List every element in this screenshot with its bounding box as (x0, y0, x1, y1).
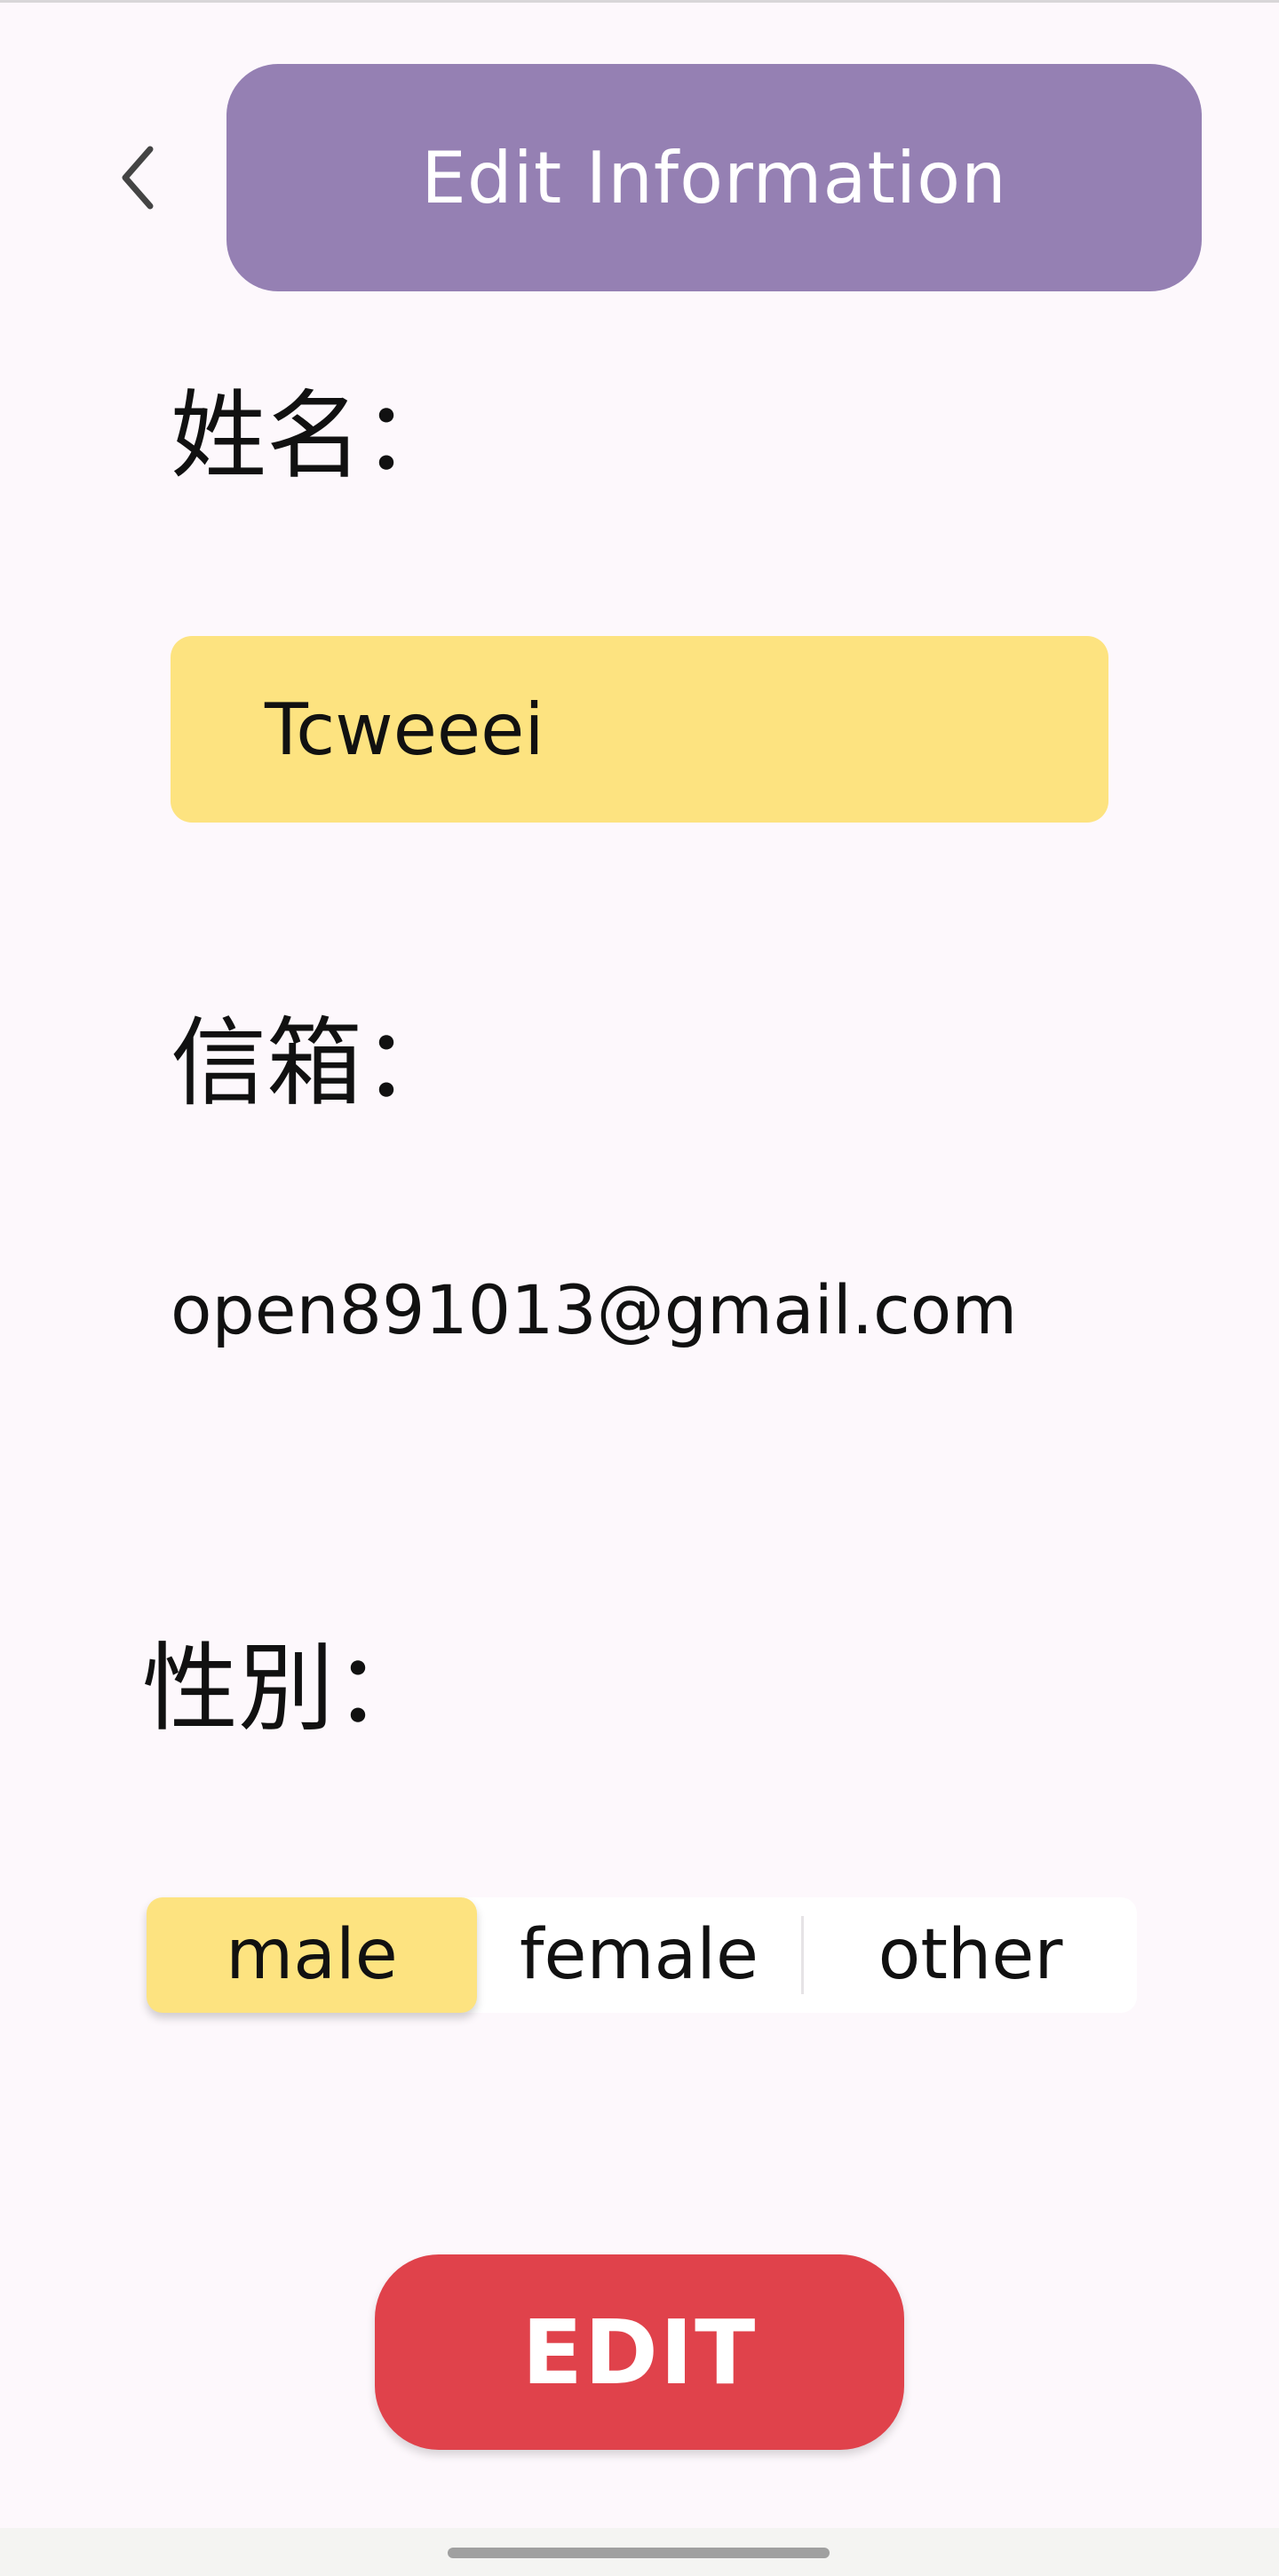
name-label: 姓名： (171, 381, 459, 492)
email-value: open891013@gmail.com (171, 1270, 1018, 1349)
gender-label: 性別： (142, 1634, 431, 1745)
gender-option-male[interactable]: male (147, 1897, 477, 2013)
chevron-left-icon (122, 146, 154, 210)
top-edge-divider (0, 0, 1279, 3)
gender-option-other[interactable]: other (804, 1897, 1137, 2013)
header-bar: Edit Information (226, 64, 1202, 291)
edit-button[interactable]: EDIT (375, 2254, 904, 2450)
home-indicator[interactable] (448, 2548, 830, 2558)
name-input[interactable]: Tcweeei (171, 636, 1108, 823)
page-title: Edit Information (421, 136, 1007, 219)
gender-segmented-control: male female other (147, 1897, 1137, 2013)
gender-option-female[interactable]: female (477, 1915, 804, 1995)
email-label: 信箱： (171, 1008, 459, 1119)
back-button[interactable] (98, 133, 178, 222)
